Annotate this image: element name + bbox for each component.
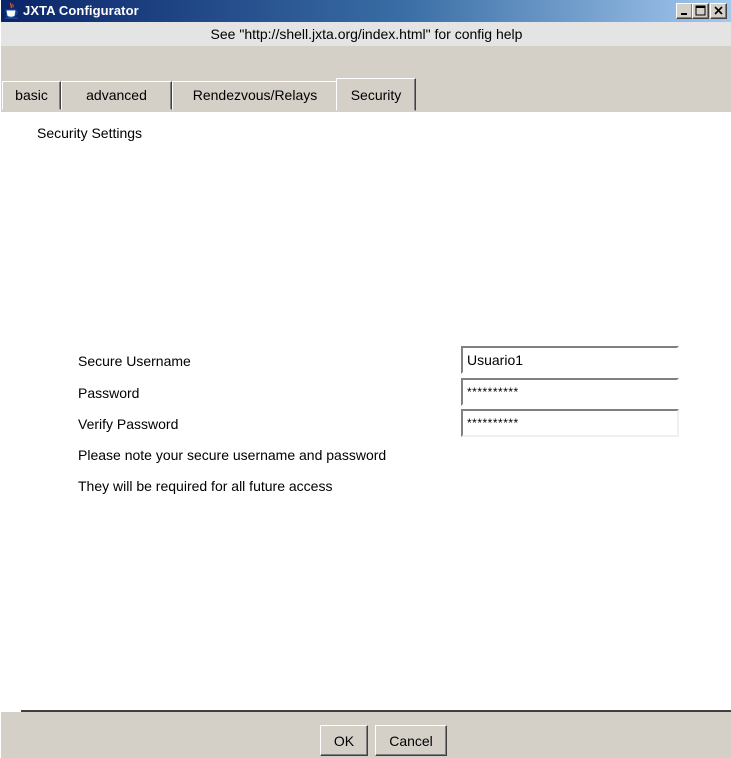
security-note-line-2: They will be required for all future acc… xyxy=(78,478,333,494)
password-input[interactable] xyxy=(461,378,679,406)
secure-username-input[interactable] xyxy=(461,346,679,374)
title-bar[interactable]: JXTA Configurator xyxy=(1,0,731,22)
minimize-icon xyxy=(681,13,687,15)
java-coffee-cup-icon xyxy=(4,2,20,20)
tab-label: basic xyxy=(15,87,48,103)
section-title: Security Settings xyxy=(37,125,143,141)
close-icon xyxy=(714,6,723,15)
tab-security[interactable]: Security xyxy=(336,78,416,111)
tab-label: advanced xyxy=(86,87,147,103)
minimize-button[interactable] xyxy=(676,3,693,19)
tab-rendezvous-relays[interactable]: Rendezvous/Relays xyxy=(172,81,338,110)
config-help-text: See "http://shell.jxta.org/index.html" f… xyxy=(210,26,523,42)
configurator-window: JXTA Configurator See "http://shell.jxta… xyxy=(0,0,731,758)
tab-basic[interactable]: basic xyxy=(2,81,61,110)
verify-password-label: Verify Password xyxy=(78,416,179,432)
ok-button[interactable]: OK xyxy=(320,725,368,756)
password-label: Password xyxy=(78,385,140,401)
panel-left-margin xyxy=(1,112,20,712)
tab-label: Rendezvous/Relays xyxy=(192,87,318,103)
close-button[interactable] xyxy=(710,3,727,19)
secure-username-label: Secure Username xyxy=(78,353,191,369)
verify-password-input[interactable] xyxy=(461,409,679,437)
tab-advanced[interactable]: advanced xyxy=(61,81,172,110)
security-panel: Security Settings Secure Username Passwo… xyxy=(20,112,731,713)
config-help-bar: See "http://shell.jxta.org/index.html" f… xyxy=(1,22,731,46)
maximize-button[interactable] xyxy=(692,3,709,19)
cancel-button[interactable]: Cancel xyxy=(375,725,447,756)
tab-label: Security xyxy=(350,87,402,103)
window-title: JXTA Configurator xyxy=(23,3,139,18)
security-note-line-1: Please note your secure username and pas… xyxy=(78,447,387,463)
maximize-icon xyxy=(695,5,706,16)
